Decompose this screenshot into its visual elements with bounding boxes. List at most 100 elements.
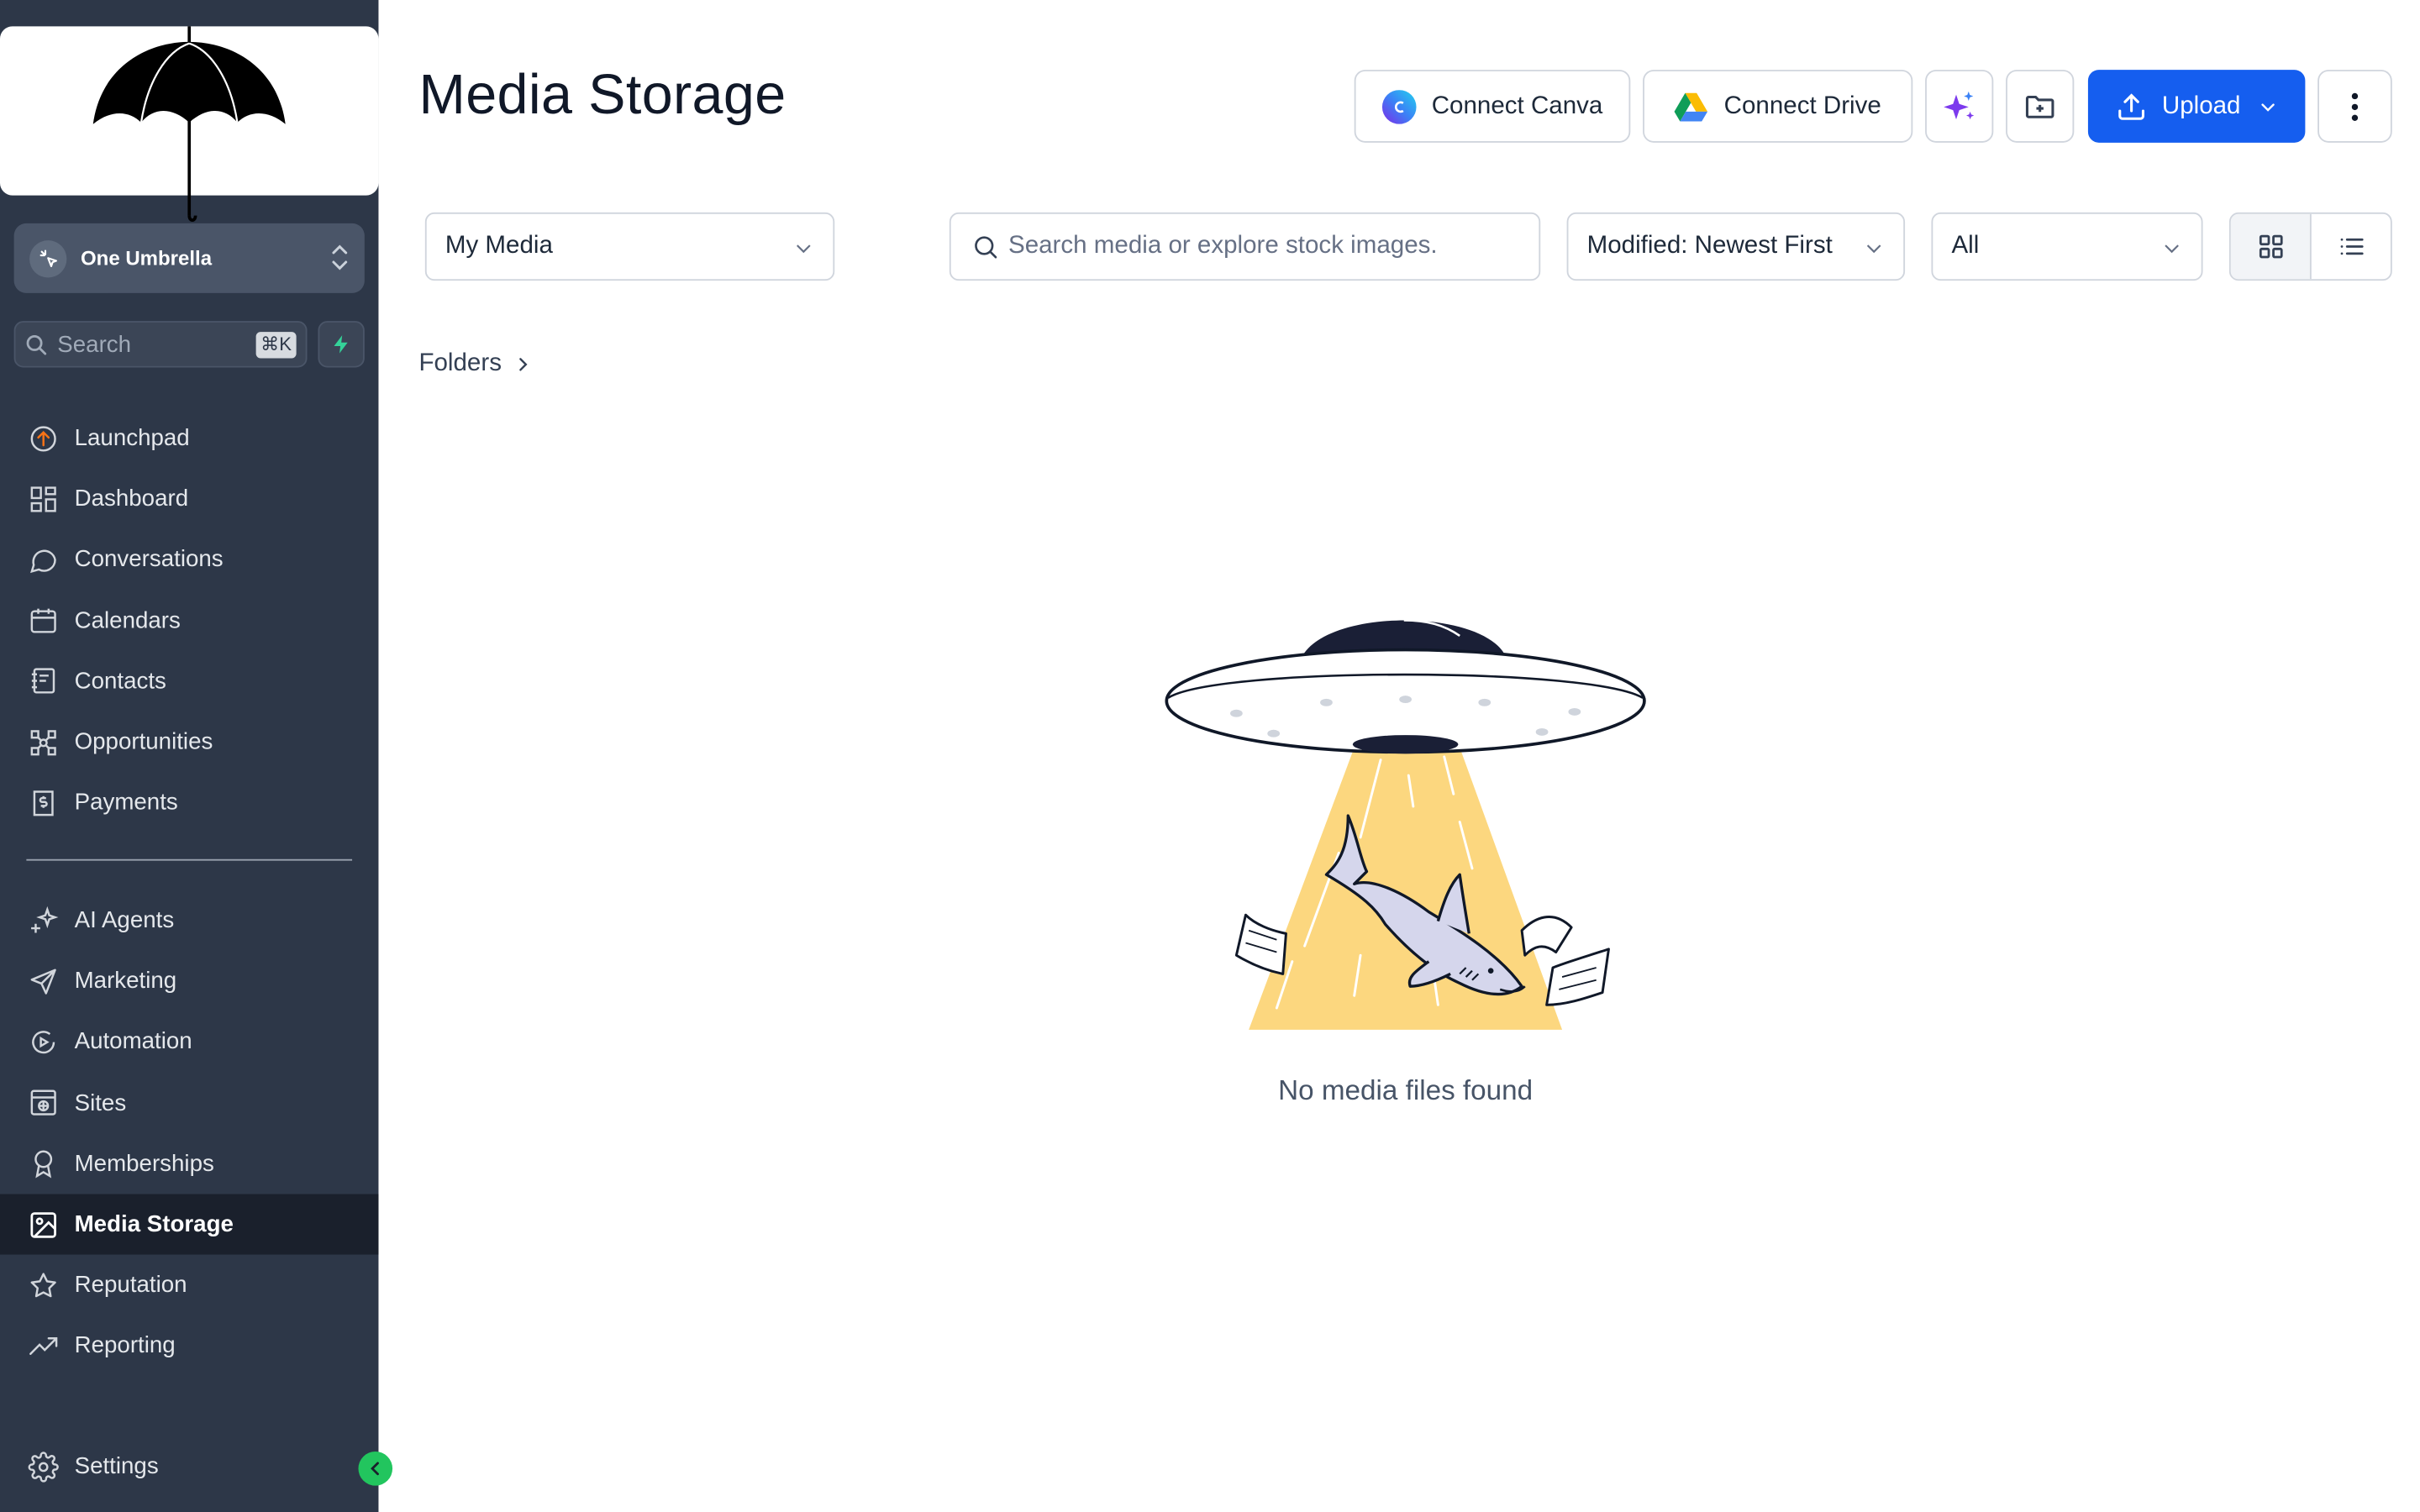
search-shortcut-badge: ⌘K xyxy=(255,332,297,359)
folder-plus-icon xyxy=(2025,95,2054,118)
sidebar-search[interactable]: Search ⌘K xyxy=(13,321,308,368)
automation-icon xyxy=(28,1026,59,1058)
more-options-button[interactable] xyxy=(2317,70,2392,143)
sidebar-item-label: Automation xyxy=(74,1028,192,1056)
sidebar-item-label: Calendars xyxy=(74,607,181,634)
sidebar-item-label: Media Storage xyxy=(74,1210,234,1238)
folders-label: Folders xyxy=(418,350,502,377)
sidebar-nav-footer: Settings xyxy=(0,1436,378,1497)
list-view-button[interactable] xyxy=(2312,214,2391,280)
sidebar-item-memberships[interactable]: Memberships xyxy=(0,1133,378,1194)
sidebar-item-reputation[interactable]: Reputation xyxy=(0,1255,378,1315)
lightning-bolt-icon xyxy=(334,335,348,354)
sidebar-item-label: Contacts xyxy=(74,668,166,695)
sidebar-item-automation[interactable]: Automation xyxy=(0,1011,378,1072)
opportunities-icon xyxy=(28,727,59,758)
trending-icon xyxy=(28,1331,59,1362)
magic-sparkles-icon xyxy=(1944,91,1975,119)
chevron-down-icon xyxy=(2165,244,2179,254)
search-icon xyxy=(26,334,47,354)
sidebar-item-label: Marketing xyxy=(74,968,177,995)
sidebar-item-label: Opportunities xyxy=(74,728,213,756)
page-title: Media Storage xyxy=(418,61,786,126)
upload-label: Upload xyxy=(2161,92,2241,119)
contacts-icon xyxy=(28,666,59,697)
sidebar-item-label: Settings xyxy=(74,1453,159,1480)
sidebar-item-dashboard[interactable]: Dashboard xyxy=(0,469,378,529)
connect-drive-button[interactable]: Connect Drive xyxy=(1643,70,1913,143)
sort-select[interactable]: Modified: Newest First xyxy=(1566,212,1906,281)
image-icon xyxy=(28,1209,59,1240)
media-search-input[interactable] xyxy=(1008,232,1505,261)
more-vertical-icon xyxy=(2351,92,2359,121)
sidebar-item-launchpad[interactable]: Launchpad xyxy=(0,408,378,469)
account-switcher[interactable]: One Umbrella xyxy=(13,223,365,293)
sidebar-item-label: Conversations xyxy=(74,546,224,574)
ai-generate-button[interactable] xyxy=(1925,70,1994,143)
company-logo[interactable] xyxy=(0,26,379,222)
sidebar-item-reporting[interactable]: Reporting xyxy=(0,1315,378,1376)
sidebar-item-contacts[interactable]: Contacts xyxy=(0,651,378,711)
sidebar-item-label: Dashboard xyxy=(74,486,189,512)
sidebar-item-opportunities[interactable]: Opportunities xyxy=(0,711,378,772)
chevron-down-icon xyxy=(2260,97,2278,115)
umbrella-logo-icon xyxy=(92,26,286,222)
sidebar-item-calendars[interactable]: Calendars xyxy=(0,591,378,651)
payments-icon xyxy=(28,787,59,818)
sidebar-item-label: Reporting xyxy=(74,1332,176,1359)
sidebar-item-label: Sites xyxy=(74,1089,127,1116)
collapse-sidebar-button[interactable] xyxy=(358,1452,393,1486)
view-toggle xyxy=(2228,212,2392,281)
chevron-down-icon xyxy=(1866,244,1881,254)
sidebar: One Umbrella Search ⌘K Launchpad Dashboa… xyxy=(0,0,393,1512)
new-folder-button[interactable] xyxy=(2006,70,2075,143)
sidebar-item-sites[interactable]: Sites xyxy=(0,1073,378,1133)
sidebar-item-label: Reputation xyxy=(74,1272,187,1299)
connect-canva-button[interactable]: Connect Canva xyxy=(1354,70,1631,143)
quick-actions-button[interactable] xyxy=(318,321,365,368)
chat-bubble-icon xyxy=(28,544,59,575)
search-icon xyxy=(975,235,997,258)
sidebar-item-conversations[interactable]: Conversations xyxy=(0,529,378,590)
sidebar-item-payments[interactable]: Payments xyxy=(0,773,378,833)
sidebar-nav-secondary: AI Agents Marketing Automation Sites Mem… xyxy=(0,890,379,1377)
sidebar-search-placeholder: Search xyxy=(57,331,132,358)
account-name: One Umbrella xyxy=(81,246,213,270)
award-icon xyxy=(28,1148,59,1179)
chevron-down-icon xyxy=(797,244,811,254)
sidebar-item-ai-agents[interactable]: AI Agents xyxy=(0,890,378,951)
grid-view-button[interactable] xyxy=(2230,213,2312,280)
sidebar-item-label: Memberships xyxy=(74,1150,214,1177)
connect-drive-label: Connect Drive xyxy=(1723,92,1881,119)
sidebar-item-label: Launchpad xyxy=(74,425,190,452)
connect-canva-label: Connect Canva xyxy=(1431,92,1603,119)
sidebar-item-label: AI Agents xyxy=(74,907,175,934)
pointer-click-icon xyxy=(39,249,58,267)
sidebar-divider xyxy=(26,858,353,861)
sidebar-item-marketing[interactable]: Marketing xyxy=(0,951,378,1011)
media-search[interactable] xyxy=(949,212,1541,281)
chevron-left-icon xyxy=(371,1462,379,1476)
sidebar-item-label: Payments xyxy=(74,790,178,816)
file-type-select[interactable]: All xyxy=(1931,212,2203,281)
folders-breadcrumb[interactable]: Folders xyxy=(418,350,532,378)
sparkle-icon xyxy=(28,905,59,936)
dashboard-icon xyxy=(28,484,59,515)
account-avatar xyxy=(29,239,67,277)
gear-icon xyxy=(28,1451,59,1482)
sites-icon xyxy=(28,1087,59,1118)
upload-icon xyxy=(2115,91,2146,122)
calendar-icon xyxy=(28,605,59,636)
media-source-select[interactable]: My Media xyxy=(424,212,835,281)
upload-button[interactable]: Upload xyxy=(2087,70,2306,143)
google-drive-icon xyxy=(1675,91,1709,122)
ufo-shark-illustration xyxy=(1165,619,1646,1030)
send-icon xyxy=(28,966,59,997)
sidebar-item-settings[interactable]: Settings xyxy=(0,1436,378,1497)
chevron-right-icon xyxy=(514,354,533,375)
chevron-up-down-icon xyxy=(332,244,348,270)
sidebar-item-media-storage[interactable]: Media Storage xyxy=(0,1194,379,1255)
sidebar-nav-primary: Launchpad Dashboard Conversations Calend… xyxy=(0,408,378,833)
grid-icon xyxy=(2259,234,2282,259)
launchpad-icon xyxy=(28,423,59,454)
